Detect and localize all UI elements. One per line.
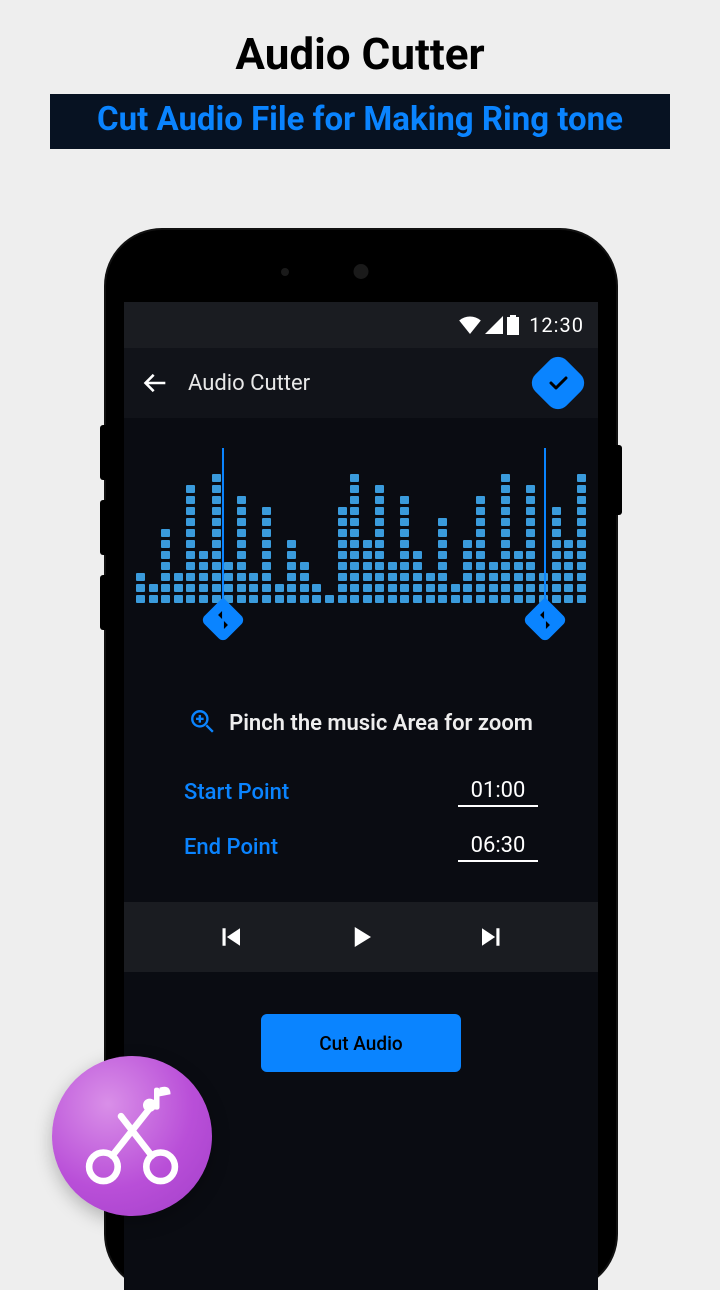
waveform-bar	[212, 474, 221, 603]
previous-button[interactable]	[215, 922, 245, 952]
waveform-bar	[161, 529, 170, 603]
end-point-value[interactable]: 06:30	[458, 833, 538, 862]
trim-handle-end[interactable]	[544, 448, 546, 618]
waveform-bar	[375, 485, 384, 603]
waveform-bar	[438, 518, 447, 603]
waveform-bar	[249, 573, 258, 603]
waveform-bar	[363, 540, 372, 603]
waveform-bar	[564, 540, 573, 603]
waveform-bar	[413, 551, 422, 603]
app-bar-title: Audio Cutter	[188, 371, 536, 396]
banner-text: Cut Audio File for Making Ring tone	[97, 100, 623, 139]
waveform-bar	[325, 595, 334, 603]
waveform-bar	[174, 573, 183, 603]
trim-points: Start Point 01:00 End Point 06:30	[124, 778, 598, 862]
back-button[interactable]	[142, 369, 170, 397]
playback-controls	[124, 902, 598, 972]
waveform-bar	[338, 507, 347, 603]
trim-handle-start[interactable]	[222, 448, 224, 618]
waveform-bar	[199, 551, 208, 603]
waveform-bar	[577, 474, 586, 603]
status-time: 12:30	[529, 313, 584, 337]
zoom-in-icon	[189, 708, 215, 738]
waveform-bar	[237, 496, 246, 603]
waveform-area[interactable]	[124, 448, 598, 648]
waveform-bar	[275, 584, 284, 603]
start-point-value[interactable]: 01:00	[458, 778, 538, 807]
waveform-bar	[186, 485, 195, 603]
app-badge-icon	[52, 1056, 212, 1216]
waveform-bar	[400, 496, 409, 603]
waveform-bar	[224, 562, 233, 603]
promo-banner: Cut Audio File for Making Ring tone	[50, 94, 670, 149]
waveform-bar	[388, 562, 397, 603]
waveform-bar	[552, 507, 561, 603]
waveform-bar	[514, 551, 523, 603]
status-bar: 12:30	[124, 302, 598, 348]
waveform-bar	[526, 485, 535, 603]
waveform-bar	[489, 562, 498, 603]
hint-text: Pinch the music Area for zoom	[229, 711, 533, 736]
page-title: Audio Cutter	[0, 0, 720, 80]
waveform-bar	[287, 540, 296, 603]
waveform-bar	[262, 507, 271, 603]
waveform-bar	[300, 562, 309, 603]
waveform-bar	[350, 474, 359, 603]
waveform-bar	[501, 474, 510, 603]
confirm-button[interactable]	[527, 352, 589, 414]
waveform-bar	[149, 584, 158, 603]
waveform-bar	[136, 573, 145, 603]
signal-icon	[485, 316, 503, 334]
waveform-bar	[463, 540, 472, 603]
start-point-row: Start Point 01:00	[184, 778, 538, 807]
start-point-label: Start Point	[184, 780, 289, 805]
waveform-bar	[312, 584, 321, 603]
phone-sensor	[281, 268, 289, 276]
next-button[interactable]	[477, 922, 507, 952]
end-point-label: End Point	[184, 835, 278, 860]
waveform-bar	[426, 573, 435, 603]
zoom-hint: Pinch the music Area for zoom	[124, 708, 598, 738]
play-button[interactable]	[346, 922, 376, 952]
wifi-icon	[459, 316, 481, 334]
app-bar: Audio Cutter	[124, 348, 598, 418]
battery-icon	[507, 315, 519, 335]
waveform-bar	[451, 584, 460, 603]
waveform-bar	[476, 496, 485, 603]
end-point-row: End Point 06:30	[184, 833, 538, 862]
cut-audio-button[interactable]: Cut Audio	[261, 1014, 461, 1072]
phone-speaker	[354, 264, 369, 279]
